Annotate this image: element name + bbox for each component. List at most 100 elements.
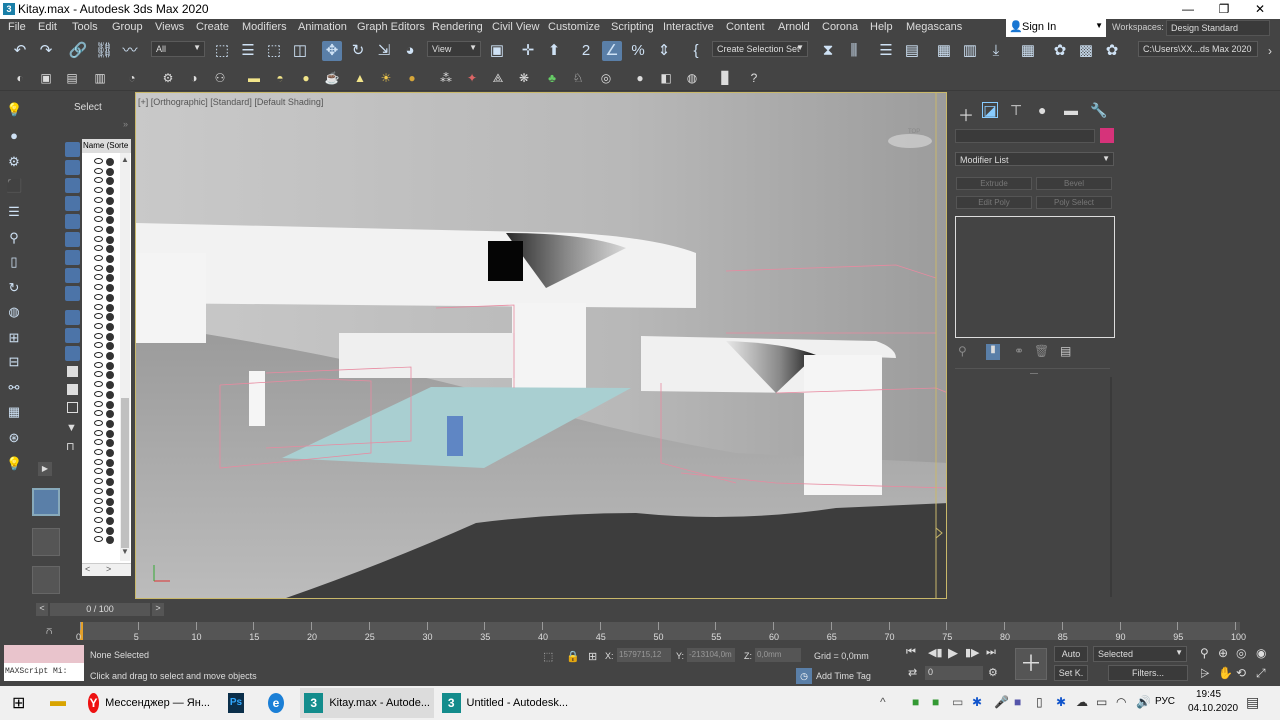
list-item[interactable] [94,206,118,216]
redo-icon[interactable]: ↷ [36,41,56,61]
list-item[interactable] [94,516,118,526]
scan-icon[interactable]: ♘ [570,70,586,86]
list-item[interactable] [94,167,118,177]
visibility-eye-icon[interactable] [94,419,103,426]
snaps-toggle-icon[interactable]: 2 [576,41,596,61]
placement-icon[interactable]: ◕ [400,41,420,61]
filter-geometry-icon[interactable] [65,142,80,157]
taskbar-3dsmax-untitled[interactable]: 3 Untitled - Autodesk... [438,688,572,718]
key-mode-icon[interactable]: ⇄ [908,666,917,679]
filter-spacewarps-icon[interactable] [65,232,80,247]
time-slider-prev[interactable]: < [36,603,48,616]
tray-app-icon[interactable]: ■ [932,695,939,709]
remove-modifier-icon[interactable]: 🗑 [1034,344,1049,358]
selection-filter[interactable]: All ▼ [151,41,205,57]
chevron-right-icon[interactable]: › [1262,43,1278,59]
visibility-eye-icon[interactable] [94,177,103,184]
visibility-eye-icon[interactable] [94,206,103,213]
sphere-display-icon[interactable]: ● [6,128,22,144]
filter-groups-icon[interactable] [65,250,80,265]
statistics-icon[interactable]: ▊ [718,70,734,86]
visibility-eye-icon[interactable] [94,187,103,194]
layer-properties-icon[interactable]: ▥ [92,70,108,86]
visibility-eye-icon[interactable] [94,410,103,417]
display-children-icon[interactable] [67,366,78,377]
visibility-eye-icon[interactable] [94,516,103,523]
edit-named-selection-icon[interactable]: { [686,41,706,61]
visibility-eye-icon[interactable] [94,274,103,281]
visibility-eye-icon[interactable] [94,458,103,465]
visibility-eye-icon[interactable] [94,167,103,174]
menu-views[interactable]: Views [155,21,184,33]
list-icon[interactable]: ☰ [6,204,22,220]
maxscript-output[interactable] [4,645,84,663]
next-frame-icon[interactable]: ▮▶ [965,646,980,659]
visibility-eye-icon[interactable] [94,225,103,232]
play-icon[interactable]: ▶ [948,645,958,661]
taskbar-edge[interactable]: e [264,688,294,718]
menu-modifiers[interactable]: Modifiers [242,21,287,33]
menu-megascans[interactable]: Megascans [906,21,962,33]
teapot-icon[interactable]: ☕ [324,70,340,86]
menu-customize[interactable]: Customize [548,21,600,33]
auto-key-button[interactable]: Auto [1054,646,1088,662]
visibility-eye-icon[interactable] [94,478,103,485]
visibility-eye-icon[interactable] [94,361,103,368]
menu-graph-editors[interactable]: Graph Editors [357,21,425,33]
create-tab-icon[interactable]: ＋ [958,102,974,126]
tray-onedrive-icon[interactable]: ☁ [1076,695,1088,709]
select-scale-icon[interactable]: ⇲ [374,41,394,61]
panel-scrollbar[interactable] [1110,377,1112,597]
reference-coordinate-system[interactable]: View ▼ [427,41,481,57]
mirror-icon[interactable]: ⧗ [818,41,838,61]
horizontal-scrollbar[interactable]: < > [82,563,131,576]
field-of-view-icon[interactable]: ⩥ [1200,666,1210,681]
visibility-eye-icon[interactable] [94,196,103,203]
object-name-field[interactable] [955,129,1095,143]
create-layer-icon[interactable]: ◔ [124,70,140,86]
visibility-eye-icon[interactable] [94,429,103,436]
selection-lock-icon[interactable]: 🔒 [566,650,580,663]
visibility-eye-icon[interactable] [94,507,103,514]
zoom-extents-all-icon[interactable]: ◉ [1256,646,1266,660]
list-item[interactable] [94,458,118,468]
time-slider-next[interactable]: > [152,603,164,616]
extrude-button[interactable]: Extrude [956,177,1032,190]
list-item[interactable] [94,225,118,235]
list-item[interactable] [94,351,118,361]
visibility-eye-icon[interactable] [94,526,103,533]
tree-icon[interactable]: ♣ [544,70,560,86]
visibility-eye-icon[interactable] [94,536,103,543]
link-icon[interactable]: 🔗 [68,41,88,61]
viewcube[interactable] [888,134,932,148]
list-item[interactable] [94,312,118,322]
visibility-eye-icon[interactable] [94,293,103,300]
maximize-viewport-icon[interactable]: ⤢ [1256,666,1266,681]
list-item[interactable] [94,438,118,448]
display-dependents-icon[interactable] [67,402,78,413]
filter-lights-icon[interactable] [65,178,80,193]
make-unique-icon[interactable]: ⚭ [1014,344,1024,358]
list-item[interactable] [94,526,118,536]
rectangular-selection-icon[interactable]: ⬚ [264,41,284,61]
tray-battery-icon[interactable]: ▭ [1096,695,1107,709]
bolt-icon[interactable]: ✦ [464,70,480,86]
list-item[interactable] [94,244,118,254]
visibility-eye-icon[interactable] [94,313,103,320]
scatter-icon[interactable]: ❋ [516,70,532,86]
layer-manager-icon[interactable]: ▤ [64,70,80,86]
visibility-eye-icon[interactable] [94,284,103,291]
list-item[interactable] [94,157,118,167]
list-item[interactable] [94,303,118,313]
select-by-name-icon[interactable]: ☰ [238,41,258,61]
render-region-icon[interactable]: ◍ [684,70,700,86]
chevron-up-icon[interactable]: ▲ [121,155,129,164]
menu-scripting[interactable]: Scripting [611,21,654,33]
visibility-eye-icon[interactable] [94,235,103,242]
align-icon[interactable]: ⫼ [844,41,864,61]
taskbar-photoshop[interactable]: Ps [224,688,254,718]
viewport-layout-quad[interactable] [32,566,60,594]
orbit-icon[interactable]: ⊛ [6,430,22,446]
visibility-eye-icon[interactable] [94,322,103,329]
material-editor-icon[interactable]: ▦ [1018,41,1038,61]
